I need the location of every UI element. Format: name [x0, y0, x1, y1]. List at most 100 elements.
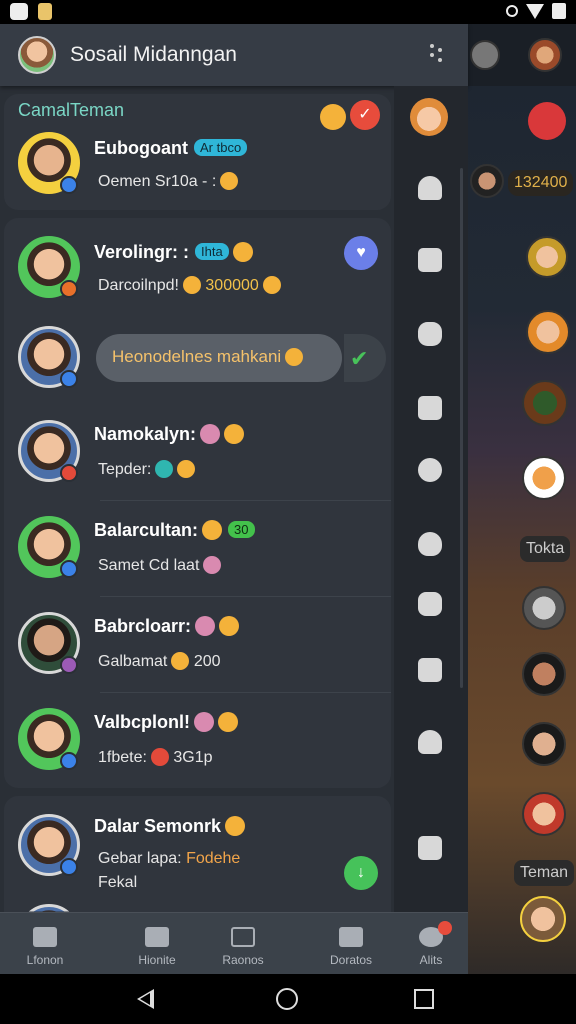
- background-avatar: [522, 792, 566, 836]
- box-icon[interactable]: [418, 836, 442, 860]
- contact-name: Valbcplonl!: [94, 712, 239, 733]
- home-button-icon[interactable]: [276, 988, 298, 1010]
- like-button[interactable]: ♥: [344, 236, 378, 270]
- heart-icon[interactable]: [418, 532, 442, 556]
- profile-avatar[interactable]: [18, 36, 56, 74]
- online-badge: [60, 370, 78, 388]
- contact-status: Oemen Sr10a - :: [98, 172, 239, 191]
- background-avatar: [520, 896, 566, 942]
- more-menu-icon[interactable]: [430, 44, 442, 66]
- nav-label: Doratos: [329, 953, 373, 967]
- nav-discover[interactable]: Doratos: [306, 913, 396, 975]
- status-badge: [60, 280, 78, 298]
- online-badge: [60, 560, 78, 578]
- inbox-icon[interactable]: [418, 396, 442, 420]
- contact-row[interactable]: Valbcplonl! 1fbete: 3G1p: [4, 692, 391, 788]
- contact-name: Verolingr: : Ihta: [94, 242, 253, 263]
- status-bar: [0, 0, 576, 24]
- nav-label: Alits: [419, 953, 443, 967]
- call-button[interactable]: ↓: [344, 856, 378, 890]
- home-icon: [33, 927, 57, 947]
- background-avatar: [522, 722, 566, 766]
- side-rail: [394, 86, 468, 912]
- nav-label: Hionite: [138, 953, 176, 967]
- contact-row[interactable]: Namokalyn: Tepder:: [4, 404, 391, 500]
- online-badge: [60, 858, 78, 876]
- discover-icon: [339, 927, 363, 947]
- status-badge: [60, 464, 78, 482]
- online-badge: [60, 176, 78, 194]
- status-right: [506, 3, 566, 19]
- back-icon[interactable]: [137, 989, 154, 1009]
- contact-status: Darcoilnpd! 300000: [98, 276, 281, 295]
- contact-status: Samet Cd laat: [98, 556, 222, 575]
- camera-icon: [10, 3, 28, 20]
- background-app: 132400 Tokta Teman: [468, 24, 576, 974]
- nav-home[interactable]: Lfonon: [0, 913, 90, 975]
- wifi-icon: [526, 3, 544, 19]
- ring-icon: [506, 5, 518, 17]
- scrollbar[interactable]: [460, 168, 463, 688]
- games-icon: [145, 927, 169, 947]
- location-icon[interactable]: [418, 458, 442, 482]
- nav-rooms[interactable]: Raonos: [198, 913, 288, 975]
- background-label-chip: Teman: [514, 860, 575, 886]
- contact-status-line-2: Fekal: [98, 874, 138, 891]
- nav-chats[interactable]: Alits: [386, 913, 476, 975]
- nav-games[interactable]: Hionite: [112, 913, 202, 975]
- message-text: Heonodelnes mahkani: [112, 347, 304, 367]
- lock-icon[interactable]: [418, 592, 442, 616]
- bell-icon[interactable]: [418, 730, 442, 754]
- background-avatar: [470, 40, 500, 70]
- check-icon[interactable]: ✔: [350, 346, 374, 371]
- background-avatar: [470, 164, 504, 198]
- friends-card: Verolingr: : Ihta Darcoilnpd! 300000 ♥ H…: [4, 218, 391, 788]
- background-pin-badge: [528, 102, 566, 140]
- recent-apps-icon[interactable]: [414, 989, 434, 1009]
- contact-row[interactable]: Eubogoant Ar tbco Oemen Sr10a - :: [4, 120, 391, 216]
- background-avatar: [522, 652, 566, 696]
- background-avatar: [526, 236, 568, 278]
- background-avatar: [522, 456, 566, 500]
- nav-label: Raonos: [222, 953, 264, 967]
- trash-icon[interactable]: [418, 658, 442, 682]
- phone-screen: 132400 Tokta Teman Sosail Midanngan Cama…: [0, 0, 576, 1024]
- settings-icon[interactable]: [418, 322, 442, 346]
- drawer-header: Sosail Midanngan: [0, 24, 468, 86]
- contact-row[interactable]: Dalar Semonrk Gebar lapa: Fodehe Fekal ↓: [4, 802, 391, 912]
- contact-row[interactable]: Babrcloarr: Galbamat 200: [4, 596, 391, 692]
- contact-status: Gebar lapa: Fodehe: [98, 850, 241, 867]
- contact-name: Dalar Semonrk: [94, 816, 246, 837]
- contact-list: CamalTeman ✓ Eubogoant Ar tbco Oemen Sr10…: [0, 86, 394, 926]
- status-left: [10, 3, 52, 20]
- background-avatar: [526, 310, 570, 354]
- battery-icon: [552, 3, 566, 19]
- notification-icon: [38, 3, 52, 20]
- contact-status: 1fbete: 3G1p: [98, 748, 213, 766]
- avatar-icon[interactable]: [410, 98, 448, 136]
- group-card: CamalTeman ✓ Eubogoant Ar tbco Oemen Sr10…: [4, 94, 391, 210]
- contact-status: Tepder:: [98, 460, 196, 479]
- bottom-navigation: Lfonon Hionite Raonos Doratos Alits: [0, 912, 468, 974]
- contact-row[interactable]: Verolingr: : Ihta Darcoilnpd! 300000 ♥: [4, 220, 391, 316]
- contact-name: Babrcloarr:: [94, 616, 240, 637]
- notification-badge: [438, 921, 452, 935]
- app-title: Sosail Midanngan: [70, 43, 237, 66]
- rooms-icon: [231, 927, 255, 947]
- background-score-chip: 132400: [508, 170, 574, 196]
- nav-label: Lfonon: [26, 953, 64, 967]
- status-badge: [60, 656, 78, 674]
- bookmark-icon[interactable]: [418, 248, 442, 272]
- contact-row[interactable]: Balarcultan: 30 Samet Cd laat: [4, 500, 391, 596]
- person-icon[interactable]: [418, 176, 442, 200]
- background-label-chip: Tokta: [520, 536, 571, 562]
- online-badge: [60, 752, 78, 770]
- navigation-drawer: Sosail Midanngan CamalTeman ✓ Eubogoant A…: [0, 24, 468, 974]
- background-avatar: [522, 586, 566, 630]
- system-navigation-bar: [0, 974, 576, 1024]
- contact-status: Galbamat 200: [98, 652, 221, 670]
- group-header: CamalTeman: [18, 100, 125, 120]
- contact-name: Eubogoant Ar tbco: [94, 138, 248, 159]
- contact-name: Balarcultan: 30: [94, 520, 255, 541]
- contact-name: Namokalyn:: [94, 424, 245, 445]
